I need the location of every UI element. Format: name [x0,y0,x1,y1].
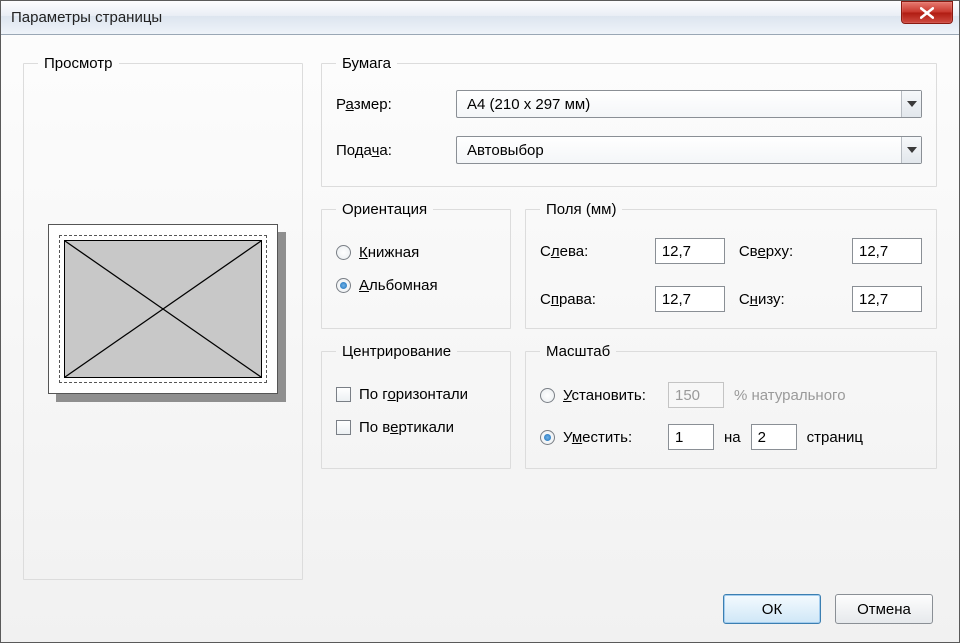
preview-legend: Просмотр [38,55,119,72]
paper-source-combo[interactable]: Автовыбор [456,136,922,164]
paper-source-label: Подача: [336,142,456,159]
radio-icon [336,245,351,260]
close-button[interactable] [901,1,953,24]
preview-area [48,224,288,394]
scale-fit-label: Уместить: [563,429,632,446]
group-paper: Бумага Размер: A4 (210 x 297 мм) [321,55,937,187]
radio-icon [540,430,555,445]
margins-legend: Поля (мм) [540,201,622,218]
client-area: Просмотр [1,35,959,642]
margin-left-label: Слева: [540,243,641,260]
center-horizontal-label: По горизонтали [359,386,468,403]
group-orientation: Ориентация Книжная Альбомная [321,201,511,329]
margin-left-input[interactable]: 12,7 [655,238,725,264]
margin-bottom-input[interactable]: 12,7 [852,286,922,312]
chevron-down-icon [907,101,917,107]
dialog-footer: ОК Отмена [23,594,937,624]
scale-fit-separator: на [724,429,741,446]
paper-source-value: Автовыбор [467,142,901,159]
paper-legend: Бумага [336,55,397,72]
margin-right-label: Справа: [540,291,641,308]
radio-icon [336,278,351,293]
radio-icon [540,388,555,403]
scale-adjust-input: 150 [668,382,724,408]
scale-fit-option[interactable]: Уместить: 1 на 2 страниц [540,424,922,450]
scale-fit-wide-input[interactable]: 1 [668,424,714,450]
titlebar: Параметры страницы [1,1,959,35]
paper-source-dropdown-button[interactable] [901,137,921,163]
scale-legend: Масштаб [540,343,616,360]
page-setup-dialog: Параметры страницы Просмотр [0,0,960,643]
group-centering: Центрирование По горизонтали По вертикал… [321,343,511,469]
paper-size-label: Размер: [336,96,456,113]
center-horizontal-checkbox[interactable]: По горизонтали [336,386,496,403]
group-preview: Просмотр [23,55,303,580]
paper-size-combo[interactable]: A4 (210 x 297 мм) [456,90,922,118]
margin-top-label: Сверху: [739,243,838,260]
margin-top-input[interactable]: 12,7 [852,238,922,264]
center-vertical-label: По вертикали [359,419,454,436]
orientation-legend: Ориентация [336,201,433,218]
paper-size-dropdown-button[interactable] [901,91,921,117]
margin-right-input[interactable]: 12,7 [655,286,725,312]
group-margins: Поля (мм) Слева: 12,7 Сверху: 12,7 Справ… [525,201,937,329]
preview-content [64,240,262,378]
orientation-landscape-option[interactable]: Альбомная [336,277,496,294]
scale-adjust-option[interactable]: Установить: 150 % натурального [540,382,922,408]
close-icon [920,7,934,19]
center-vertical-checkbox[interactable]: По вертикали [336,419,496,436]
chevron-down-icon [907,147,917,153]
scale-adjust-suffix: % натурального [734,387,846,404]
scale-fit-suffix: страниц [807,429,863,446]
scale-fit-tall-input[interactable]: 2 [751,424,797,450]
window-title: Параметры страницы [11,9,901,26]
paper-size-value: A4 (210 x 297 мм) [467,96,901,113]
preview-page-outer [48,224,278,394]
margin-bottom-label: Снизу: [739,291,838,308]
checkbox-icon [336,387,351,402]
ok-button[interactable]: ОК [723,594,821,624]
orientation-portrait-label: Книжная [359,244,419,261]
centering-legend: Центрирование [336,343,457,360]
checkbox-icon [336,420,351,435]
preview-margins [59,235,267,383]
group-scale: Масштаб Установить: 150 % натурального [525,343,937,469]
scale-adjust-label: Установить: [563,387,646,404]
orientation-portrait-option[interactable]: Книжная [336,244,496,261]
orientation-landscape-label: Альбомная [359,277,438,294]
cancel-button[interactable]: Отмена [835,594,933,624]
